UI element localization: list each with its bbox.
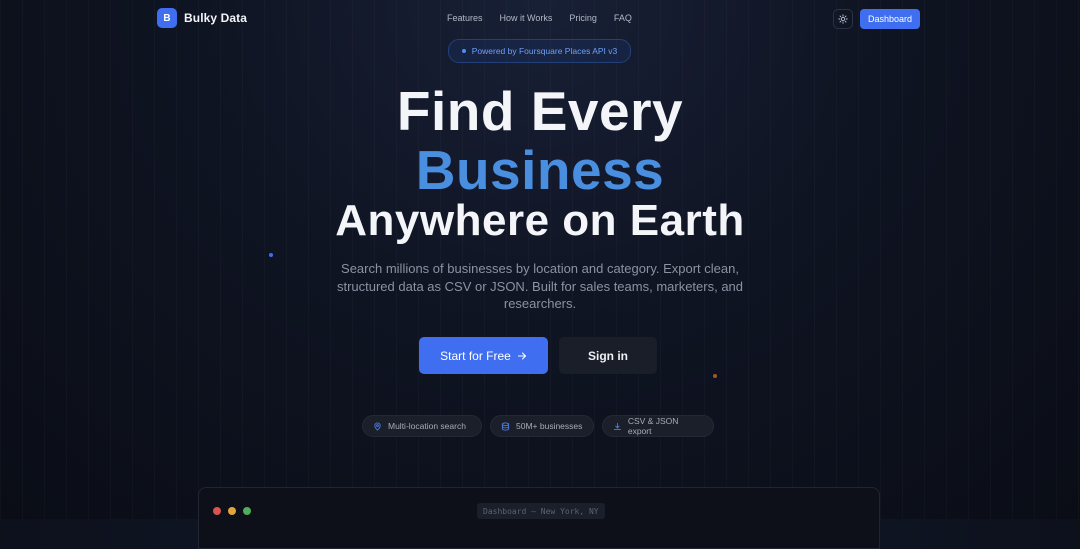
dashboard-preview-window: Dashboard — New York, NY [198,487,880,549]
download-icon [613,422,621,430]
decorative-dot [269,253,273,257]
map-pin-icon [374,422,381,431]
nav-links: Features How it Works Pricing FAQ [447,13,632,23]
decorative-dot [713,374,717,378]
arrow-right-icon [517,352,526,359]
window-controls [213,507,251,515]
nav-link-features[interactable]: Features [447,13,483,23]
feature-pill-label: Multi-location search [388,421,466,431]
minimize-dot-icon [228,507,236,515]
start-for-free-label: Start for Free [440,348,511,363]
nav-link-how-it-works[interactable]: How it Works [500,13,553,23]
powered-by-badge: Powered by Foursquare Places API v3 [448,39,631,63]
hero-title-line3: Anywhere on Earth [335,196,745,245]
nav-link-faq[interactable]: FAQ [614,13,632,23]
close-dot-icon [213,507,221,515]
database-icon [501,421,510,431]
brand[interactable]: B Bulky Data [157,8,247,28]
start-for-free-button[interactable]: Start for Free [419,337,548,374]
hero-subtitle: Search millions of businesses by locatio… [336,261,744,311]
maximize-dot-icon [243,507,251,515]
feature-pill-multi-location: Multi-location search [362,415,482,437]
sun-icon [838,14,848,24]
brand-logo: B [157,8,177,28]
feature-pill-label: CSV & JSON export [627,416,679,436]
badge-text: Powered by Foursquare Places API v3 [471,46,618,56]
feature-pill-export: CSV & JSON export [602,415,714,437]
badge-dot-icon [461,49,466,53]
dashboard-button[interactable]: Dashboard [860,9,921,29]
preview-window-title: Dashboard — New York, NY [477,503,605,519]
nav-link-pricing[interactable]: Pricing [569,13,597,23]
top-navbar: B Bulky Data Features How it Works Prici… [157,8,921,30]
brand-name: Bulky Data [184,11,248,25]
feature-pill-label: 50M+ businesses [516,421,583,431]
theme-toggle-button[interactable] [833,9,853,29]
hero-title-line2: Business [415,139,665,201]
hero-title-line1: Find Every [396,80,684,142]
feature-pill-businesses: 50M+ businesses [490,415,594,437]
sign-in-button[interactable]: Sign in [559,337,657,374]
